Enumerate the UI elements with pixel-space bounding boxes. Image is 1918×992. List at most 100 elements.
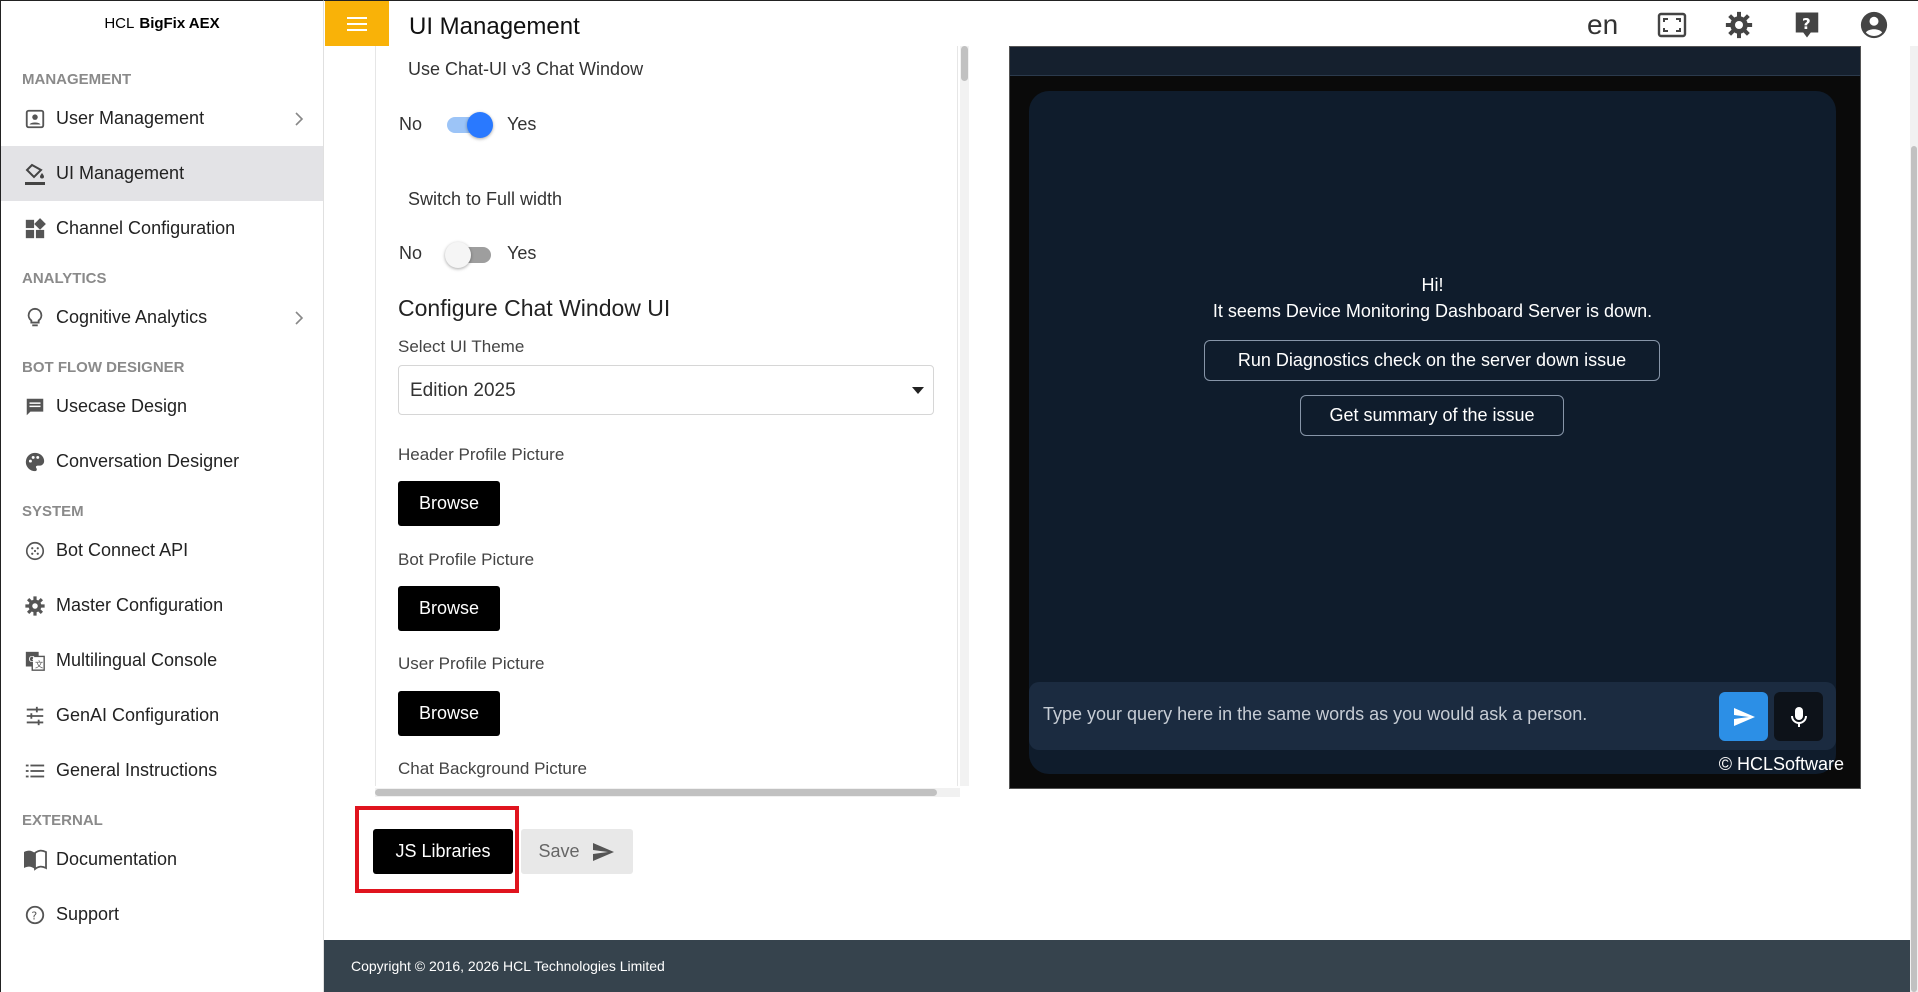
sidebar-item-bot-connect-api[interactable]: Bot Connect API (1, 523, 323, 578)
brand-product: BigFix AEX (139, 15, 220, 32)
full-width-yes-label: Yes (507, 243, 537, 263)
top-bar: UI Management en ? (324, 0, 1918, 46)
brand-prefix: HCL (104, 15, 135, 32)
sidebar-item-multilingual-console[interactable]: G文 Multilingual Console (1, 633, 323, 688)
full-width-toggle[interactable] (445, 240, 493, 268)
page-title: UI Management (409, 13, 580, 40)
settings-icon[interactable] (1724, 10, 1754, 40)
translate-icon: G文 (23, 649, 47, 673)
chat-preview-header (1010, 47, 1860, 76)
save-button[interactable]: Save (521, 829, 633, 874)
sidebar-item-label: Master Configuration (56, 595, 224, 615)
section-title-analytics: ANALYTICS (22, 269, 107, 287)
configure-chat-heading: Configure Chat Window UI (398, 295, 671, 321)
section-title-system: SYSTEM (22, 502, 84, 520)
section-title-bot-flow-designer: BOT FLOW DESIGNER (22, 358, 185, 376)
chat-send-button[interactable] (1719, 692, 1768, 741)
tune-icon (23, 704, 47, 728)
sidebar-item-label: User Management (56, 108, 205, 128)
comment-icon (23, 395, 47, 419)
settings-panel (375, 46, 958, 786)
chat-preview: Hi! It seems Device Monitoring Dashboard… (1009, 46, 1861, 789)
sidebar-item-general-instructions[interactable]: General Instructions (1, 743, 323, 798)
sidebar-item-conversation-designer[interactable]: Conversation Designer (1, 434, 323, 489)
brand-logo[interactable]: HCL BigFix AEX (1, 1, 323, 46)
svg-text:G: G (29, 653, 35, 663)
toggle-knob (445, 242, 471, 268)
widgets-icon (23, 217, 47, 241)
sidebar-item-label: Channel Configuration (56, 218, 236, 238)
chat-v3-toggle[interactable] (445, 110, 493, 138)
fullscreen-icon[interactable] (1657, 10, 1687, 40)
palette-icon (23, 450, 47, 474)
background-picture-label: Chat Background Picture (398, 759, 587, 778)
sidebar-item-ui-management[interactable]: UI Management (1, 146, 323, 201)
list-icon (23, 759, 47, 783)
theme-label: Select UI Theme (398, 337, 525, 356)
language-selector[interactable]: en (1587, 9, 1618, 41)
user-picture-browse-button[interactable]: Browse (398, 691, 500, 736)
chat-v3-label: Use Chat-UI v3 Chat Window (408, 59, 644, 79)
settings-vertical-scrollbar[interactable] (960, 46, 969, 786)
sidebar-item-label: GenAI Configuration (56, 705, 220, 725)
svg-text:?: ? (1802, 15, 1811, 33)
user-picture-label: User Profile Picture (398, 654, 545, 673)
microphone-button[interactable] (1774, 692, 1823, 741)
sidebar-item-documentation[interactable]: Documentation (1, 832, 323, 887)
greeting-line-2: It seems Device Monitoring Dashboard Ser… (1212, 301, 1653, 321)
header-picture-browse-button[interactable]: Browse (398, 481, 500, 526)
sidebar-item-label: Cognitive Analytics (56, 307, 208, 327)
sidebar-item-label: General Instructions (56, 760, 218, 780)
scrollbar-thumb[interactable] (961, 46, 968, 81)
svg-text:?: ? (31, 909, 37, 922)
scrollbar-thumb[interactable] (375, 789, 937, 796)
full-width-label: Switch to Full width (408, 189, 563, 209)
book-icon (23, 848, 47, 872)
sidebar-item-label: Conversation Designer (56, 451, 240, 471)
gear-icon (23, 594, 47, 618)
lightbulb-icon (23, 306, 47, 330)
theme-select[interactable]: Edition 2025 (398, 365, 934, 415)
theme-select-value: Edition 2025 (410, 380, 516, 401)
sidebar-item-genai-configuration[interactable]: GenAI Configuration (1, 688, 323, 743)
sidebar-item-label: UI Management (56, 163, 185, 183)
help-icon[interactable]: ? (1792, 10, 1822, 40)
header-picture-label: Header Profile Picture (398, 445, 565, 464)
sidebar-item-label: Usecase Design (56, 396, 188, 416)
sidebar-item-label: Support (56, 904, 120, 924)
microphone-icon (1790, 706, 1807, 727)
sidebar: HCL BigFix AEX MANAGEMENT User Managemen… (0, 0, 324, 992)
sidebar-item-usecase-design[interactable]: Usecase Design (1, 379, 323, 434)
chat-copyright: © HCLSoftware (1718, 754, 1844, 774)
chat-input-bar: Type your query here in the same words a… (1029, 682, 1836, 750)
account-icon[interactable] (1859, 10, 1889, 40)
sidebar-item-label: Multilingual Console (56, 650, 218, 670)
chat-window: Hi! It seems Device Monitoring Dashboard… (1029, 91, 1836, 774)
sidebar-item-support[interactable]: ? Support (1, 887, 323, 942)
paint-bucket-icon (23, 162, 47, 186)
chevron-right-icon (295, 310, 304, 325)
sidebar-item-cognitive-analytics[interactable]: Cognitive Analytics (1, 290, 323, 345)
caret-down-icon (912, 387, 924, 394)
menu-toggle-button[interactable] (325, 1, 389, 46)
chat-input-placeholder[interactable]: Type your query here in the same words a… (1043, 704, 1587, 725)
sidebar-item-channel-configuration[interactable]: Channel Configuration (1, 201, 323, 256)
save-button-label: Save (538, 841, 580, 861)
footer: Copyright © 2016, 2026 HCL Technologies … (324, 940, 1910, 992)
page-scrollbar[interactable] (1910, 46, 1918, 992)
user-management-icon (23, 107, 47, 131)
toggle-knob (467, 112, 493, 138)
sidebar-item-user-management[interactable]: User Management (1, 91, 323, 146)
settings-horizontal-scrollbar[interactable] (375, 788, 960, 797)
section-title-management: MANAGEMENT (22, 70, 132, 88)
suggestion-run-diagnostics[interactable]: Run Diagnostics check on the server down… (1204, 340, 1660, 381)
scrollbar-thumb[interactable] (1911, 146, 1917, 992)
suggestion-get-summary[interactable]: Get summary of the issue (1300, 395, 1564, 436)
chevron-right-icon (295, 111, 304, 126)
hamburger-icon (347, 16, 367, 31)
bot-picture-browse-button[interactable]: Browse (398, 586, 500, 631)
chat-v3-yes-label: Yes (507, 114, 537, 134)
js-libraries-button[interactable]: JS Libraries (373, 829, 513, 874)
sidebar-item-master-configuration[interactable]: Master Configuration (1, 578, 323, 633)
chat-v3-no-label: No (399, 114, 423, 134)
